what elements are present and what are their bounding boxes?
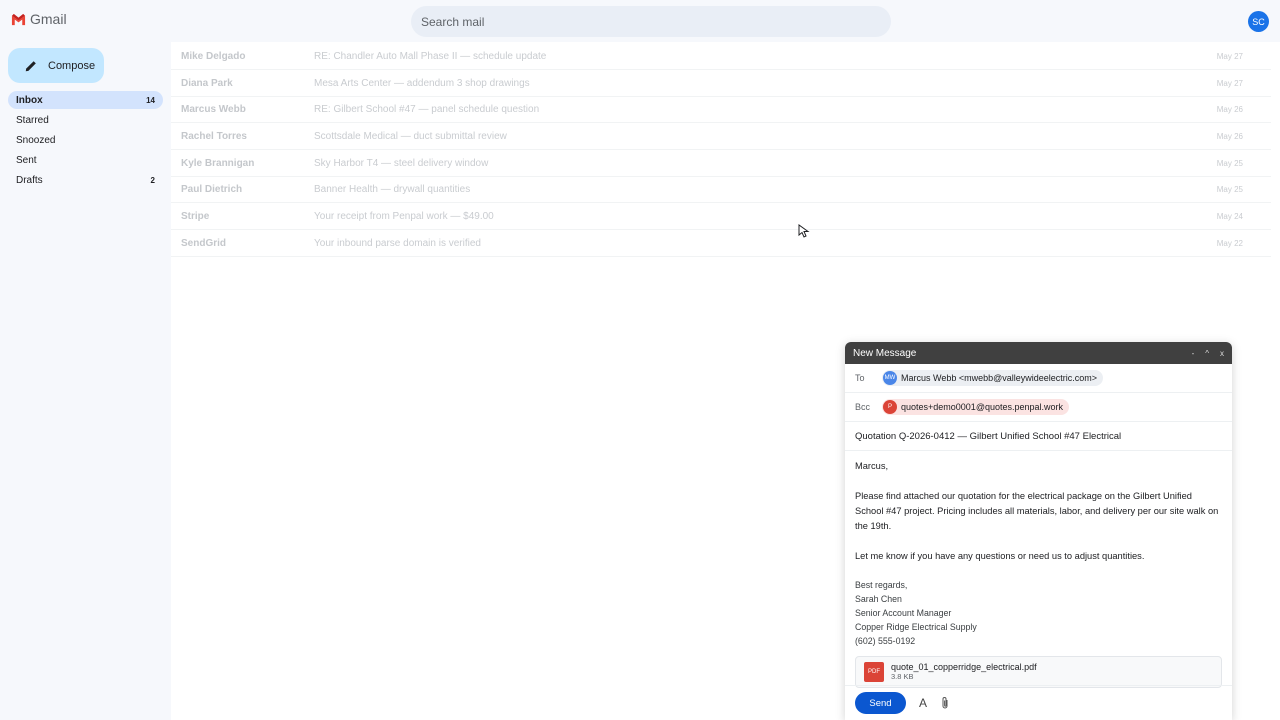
signature-phone: (602) 555-0192 — [855, 636, 916, 646]
compose-window: New Message - ^ x To MW Marcus Webb <mwe… — [845, 342, 1232, 720]
greeting: Marcus, — [855, 461, 889, 471]
bcc-chip[interactable]: P quotes+demo0001@quotes.penpal.work — [882, 399, 1069, 415]
sidebar-item-starred[interactable]: Starred — [8, 111, 163, 129]
signature-name: Sarah Chen — [855, 594, 902, 604]
attachment-info: quote_01_copperridge_electrical.pdf 3.8 … — [891, 662, 1037, 682]
subject-text: Quotation Q-2026-0412 — Gilbert Unified … — [855, 430, 1122, 442]
email-date: May 27 — [1216, 78, 1243, 88]
sidebar-item-inbox[interactable]: Inbox 14 — [8, 91, 163, 109]
message-body[interactable]: Marcus, Please find attached our quotati… — [845, 451, 1232, 648]
email-sender: Mike Delgado — [181, 50, 246, 62]
table-row[interactable]: SendGrid Your inbound parse domain is ve… — [171, 230, 1271, 257]
email-sender: SendGrid — [181, 237, 227, 249]
bcc-address: quotes+demo0001@quotes.penpal.work — [901, 402, 1063, 412]
table-row[interactable]: Diana Park Mesa Arts Center — addendum 3… — [171, 70, 1271, 97]
compose-label: Compose — [48, 59, 96, 72]
attachment-card[interactable]: PDF quote_01_copperridge_electrical.pdf … — [855, 656, 1222, 688]
formatting-options-icon[interactable]: A — [917, 696, 929, 710]
recipient-address: Marcus Webb <mwebb@valleywideelectric.co… — [901, 373, 1098, 383]
email-date: May 27 — [1216, 51, 1243, 61]
sidebar-item-snoozed[interactable]: Snoozed — [8, 131, 163, 149]
expand-icon[interactable]: ^ — [1205, 349, 1209, 358]
email-sender: Kyle Brannigan — [181, 157, 255, 169]
bcc-field[interactable]: Bcc P quotes+demo0001@quotes.penpal.work — [845, 393, 1232, 422]
email-sender: Paul Dietrich — [181, 183, 243, 195]
signature: Best regards, Sarah Chen Senior Account … — [855, 578, 1222, 648]
sidebar-item-drafts[interactable]: Drafts 2 — [8, 171, 163, 189]
email-subject: RE: Chandler Auto Mall Phase II — schedu… — [314, 50, 547, 62]
table-row[interactable]: Marcus Webb RE: Gilbert School #47 — pan… — [171, 96, 1271, 123]
email-subject: Your receipt from Penpal work — $49.00 — [314, 210, 494, 222]
send-button[interactable]: Send — [855, 692, 906, 714]
email-date: May 24 — [1216, 211, 1243, 221]
email-date: May 25 — [1216, 158, 1243, 168]
email-date: May 26 — [1216, 104, 1243, 114]
compose-header[interactable]: New Message - ^ x — [845, 342, 1232, 364]
gmail-logo-icon — [11, 13, 26, 25]
email-date: May 25 — [1216, 184, 1243, 194]
email-sender: Stripe — [181, 210, 210, 222]
gmail-logo[interactable]: Gmail — [11, 11, 67, 27]
table-row[interactable]: Stripe Your receipt from Penpal work — $… — [171, 203, 1271, 230]
attach-file-icon[interactable] — [940, 696, 950, 710]
email-sender: Rachel Torres — [181, 130, 247, 142]
sidebar-item-sent[interactable]: Sent — [8, 151, 163, 169]
app-name: Gmail — [30, 11, 67, 27]
to-label: To — [855, 373, 865, 383]
unread-count: 14 — [146, 95, 155, 105]
email-sender: Diana Park — [181, 77, 233, 89]
compose-toolbar: Send A — [845, 685, 1232, 720]
subject-field[interactable]: Quotation Q-2026-0412 — Gilbert Unified … — [845, 422, 1232, 451]
email-subject: Scottsdale Medical — duct submittal revi… — [314, 130, 507, 142]
attachment-name: quote_01_copperridge_electrical.pdf — [891, 662, 1037, 672]
compose-title: New Message — [853, 347, 917, 359]
to-field[interactable]: To MW Marcus Webb <mwebb@valleywideelect… — [845, 364, 1232, 393]
drafts-count: 2 — [150, 175, 155, 185]
table-row[interactable]: Kyle Brannigan Sky Harbor T4 — steel del… — [171, 150, 1271, 177]
email-subject: Sky Harbor T4 — steel delivery window — [314, 157, 489, 169]
sidebar-item-label: Snoozed — [16, 134, 56, 146]
search-input[interactable]: Search mail — [411, 6, 891, 37]
sidebar-item-label: Sent — [16, 154, 37, 166]
pencil-icon — [25, 60, 36, 71]
signature-closing: Best regards, — [855, 580, 908, 590]
sidebar-item-label: Drafts — [16, 174, 43, 186]
close-icon[interactable]: x — [1220, 349, 1224, 358]
attachment-size: 3.8 KB — [891, 672, 914, 681]
table-row[interactable]: Rachel Torres Scottsdale Medical — duct … — [171, 123, 1271, 150]
table-row[interactable]: Mike Delgado RE: Chandler Auto Mall Phas… — [171, 43, 1271, 70]
email-subject: Mesa Arts Center — addendum 3 shop drawi… — [314, 77, 530, 89]
table-row[interactable]: Paul Dietrich Banner Health — drywall qu… — [171, 176, 1271, 203]
window-controls: - ^ x — [1192, 349, 1224, 358]
email-subject: RE: Gilbert School #47 — panel schedule … — [314, 103, 540, 115]
recipient-avatar: MW — [883, 371, 897, 385]
minimize-icon[interactable]: - — [1192, 349, 1195, 358]
signature-company: Copper Ridge Electrical Supply — [855, 622, 977, 632]
bcc-avatar: P — [883, 400, 897, 414]
sidebar-item-label: Inbox — [16, 94, 43, 106]
compose-button[interactable]: Compose — [8, 48, 104, 83]
email-sender: Marcus Webb — [181, 103, 246, 115]
sidebar-item-label: Starred — [16, 114, 49, 126]
account-avatar[interactable]: SC — [1248, 11, 1269, 32]
bcc-label: Bcc — [855, 402, 871, 412]
mouse-cursor-icon — [798, 224, 810, 238]
recipient-chip[interactable]: MW Marcus Webb <mwebb@valleywideelectric… — [882, 370, 1104, 386]
signature-title: Senior Account Manager — [855, 608, 952, 618]
email-subject: Banner Health — drywall quantities — [314, 183, 471, 195]
email-date: May 26 — [1216, 131, 1243, 141]
body-paragraph: Let me know if you have any questions or… — [855, 551, 1145, 561]
email-date: May 22 — [1216, 238, 1243, 248]
sidebar-nav: Inbox 14 Starred Snoozed Sent Drafts 2 — [8, 91, 163, 191]
body-paragraph: Please find attached our quotation for t… — [855, 491, 1219, 531]
email-subject: Your inbound parse domain is verified — [314, 237, 481, 249]
pdf-icon: PDF — [864, 662, 884, 682]
